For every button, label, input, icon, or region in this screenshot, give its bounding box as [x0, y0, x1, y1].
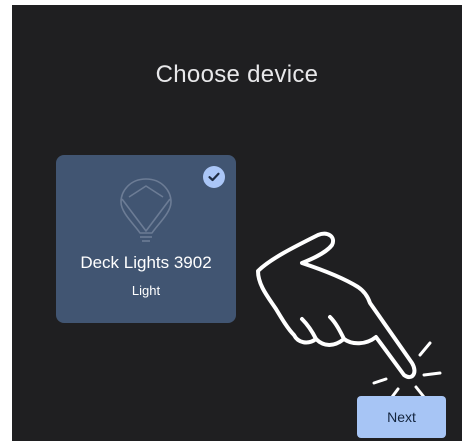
device-name: Deck Lights 3902 — [80, 253, 212, 272]
device-type: Light — [131, 283, 161, 298]
next-button[interactable]: Next — [357, 396, 446, 438]
pointing-hand-icon — [256, 231, 442, 399]
device-card[interactable]: Deck Lights 3902 Light — [56, 155, 236, 323]
checkmark-icon — [203, 166, 225, 188]
lightbulb-icon — [120, 178, 172, 242]
page-title: Choose device — [155, 61, 319, 88]
app-screen: Choose device Deck Lights 3902 Light Nex… — [12, 5, 462, 441]
